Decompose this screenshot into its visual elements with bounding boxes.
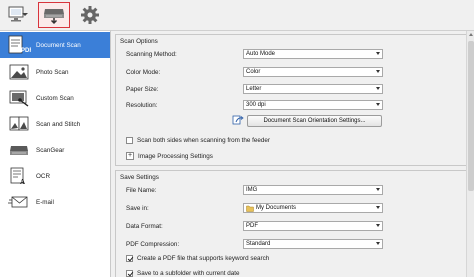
scanning-method-value: Auto Mode (246, 51, 276, 57)
chevron-down-icon (376, 87, 380, 90)
sidebar-item-email[interactable]: E-mail (0, 189, 110, 215)
svg-text:A: A (20, 178, 25, 186)
photo-scan-icon (6, 60, 32, 84)
ocr-icon: A (6, 164, 32, 188)
chevron-down-icon (376, 52, 380, 55)
subfolder-checkbox[interactable] (126, 270, 133, 277)
custom-scan-icon (6, 86, 32, 110)
settings-button[interactable] (74, 2, 106, 28)
keyword-search-label: Create a PDF file that supports keyword … (137, 255, 270, 262)
document-scan-icon: PDF (6, 33, 32, 57)
scan-mode-sidebar: PDF Document Scan Photo Scan Custom Scan (0, 30, 111, 277)
sidebar-item-label: Custom Scan (36, 94, 74, 102)
gear-icon (81, 6, 99, 24)
file-name-value: IMG (246, 187, 258, 193)
paper-size-value: Letter (246, 86, 262, 92)
data-format-select[interactable]: PDF (243, 221, 383, 231)
pdf-compression-select[interactable]: Standard (243, 239, 383, 249)
keyword-search-checkbox[interactable] (126, 255, 133, 262)
sidebar-item-label: Photo Scan (36, 68, 69, 76)
save-in-select[interactable]: My Documents (243, 203, 383, 213)
chevron-down-icon (376, 70, 380, 73)
svg-text:PDF: PDF (21, 48, 31, 54)
paper-size-label: Paper Size: (126, 86, 159, 93)
paper-size-select[interactable]: Letter (243, 84, 383, 94)
scan-from-panel-button[interactable] (38, 2, 70, 28)
orientation-settings-button[interactable]: Document Scan Orientation Settings... (247, 115, 382, 127)
color-mode-label: Color Mode: (126, 69, 161, 76)
scan-both-sides-checkbox[interactable] (126, 137, 133, 144)
resolution-label: Resolution: (126, 102, 158, 109)
file-name-label: File Name: (126, 187, 157, 194)
vertical-scrollbar[interactable] (466, 31, 474, 277)
scanner-from-computer-icon (44, 9, 64, 25)
image-processing-label[interactable]: Image Processing Settings (138, 153, 213, 160)
scanning-method-select[interactable]: Auto Mode (243, 49, 383, 59)
resolution-select[interactable]: 300 dpi (243, 100, 383, 110)
scanning-method-label: Scanning Method: (126, 51, 177, 58)
sidebar-item-label: E-mail (36, 198, 54, 206)
sidebar-item-scangear[interactable]: ScanGear (0, 137, 110, 163)
scan-from-computer-button[interactable] (3, 2, 35, 28)
expand-icon[interactable]: + (126, 152, 134, 160)
scan-both-sides-label: Scan both sides when scanning from the f… (137, 137, 271, 144)
folder-icon (246, 205, 254, 215)
sidebar-item-label: Document Scan (36, 41, 81, 49)
save-settings-title: Save Settings (120, 174, 159, 181)
subfolder-label: Save to a subfolder with current date (137, 270, 240, 277)
sidebar-item-label: Scan and Stitch (36, 120, 81, 128)
chevron-down-icon (376, 103, 380, 106)
sidebar-item-label: ScanGear (36, 146, 65, 154)
chevron-down-icon (376, 224, 380, 227)
save-settings-group: Save Settings File Name: IMG Save in: My… (115, 170, 473, 277)
data-format-value: PDF (246, 223, 258, 229)
data-format-label: Data Format: (126, 223, 163, 230)
file-name-combo[interactable]: IMG (243, 185, 383, 195)
chevron-down-icon (376, 188, 380, 191)
scangear-icon (6, 138, 32, 162)
save-in-value: My Documents (256, 205, 297, 211)
pdf-compression-value: Standard (246, 241, 271, 247)
sidebar-item-custom-scan[interactable]: Custom Scan (0, 85, 110, 111)
pdf-compression-label: PDF Compression: (126, 241, 180, 248)
scroll-thumb[interactable] (468, 41, 474, 191)
sidebar-item-scan-and-stitch[interactable]: Scan and Stitch (0, 111, 110, 137)
save-in-label: Save in: (126, 205, 149, 212)
chevron-down-icon (376, 242, 380, 245)
scroll-up-icon[interactable] (469, 33, 473, 36)
scan-and-stitch-icon (6, 112, 32, 136)
computer-scan-icon (8, 6, 28, 22)
chevron-down-icon (376, 206, 380, 209)
sidebar-item-photo-scan[interactable]: Photo Scan (0, 59, 110, 85)
sidebar-item-document-scan[interactable]: PDF Document Scan (0, 32, 110, 58)
scan-options-group: Scan Options Scanning Method: Auto Mode … (115, 34, 473, 166)
scan-options-title: Scan Options (120, 38, 158, 45)
sidebar-item-ocr[interactable]: A OCR (0, 163, 110, 189)
settings-panel: Scan Options Scanning Method: Auto Mode … (111, 30, 474, 277)
color-mode-value: Color (246, 69, 261, 75)
top-toolbar (0, 0, 474, 30)
color-mode-select[interactable]: Color (243, 67, 383, 77)
orientation-icon (232, 115, 244, 127)
sidebar-item-label: OCR (36, 172, 50, 180)
email-icon (6, 190, 32, 214)
resolution-value: 300 dpi (246, 102, 266, 108)
